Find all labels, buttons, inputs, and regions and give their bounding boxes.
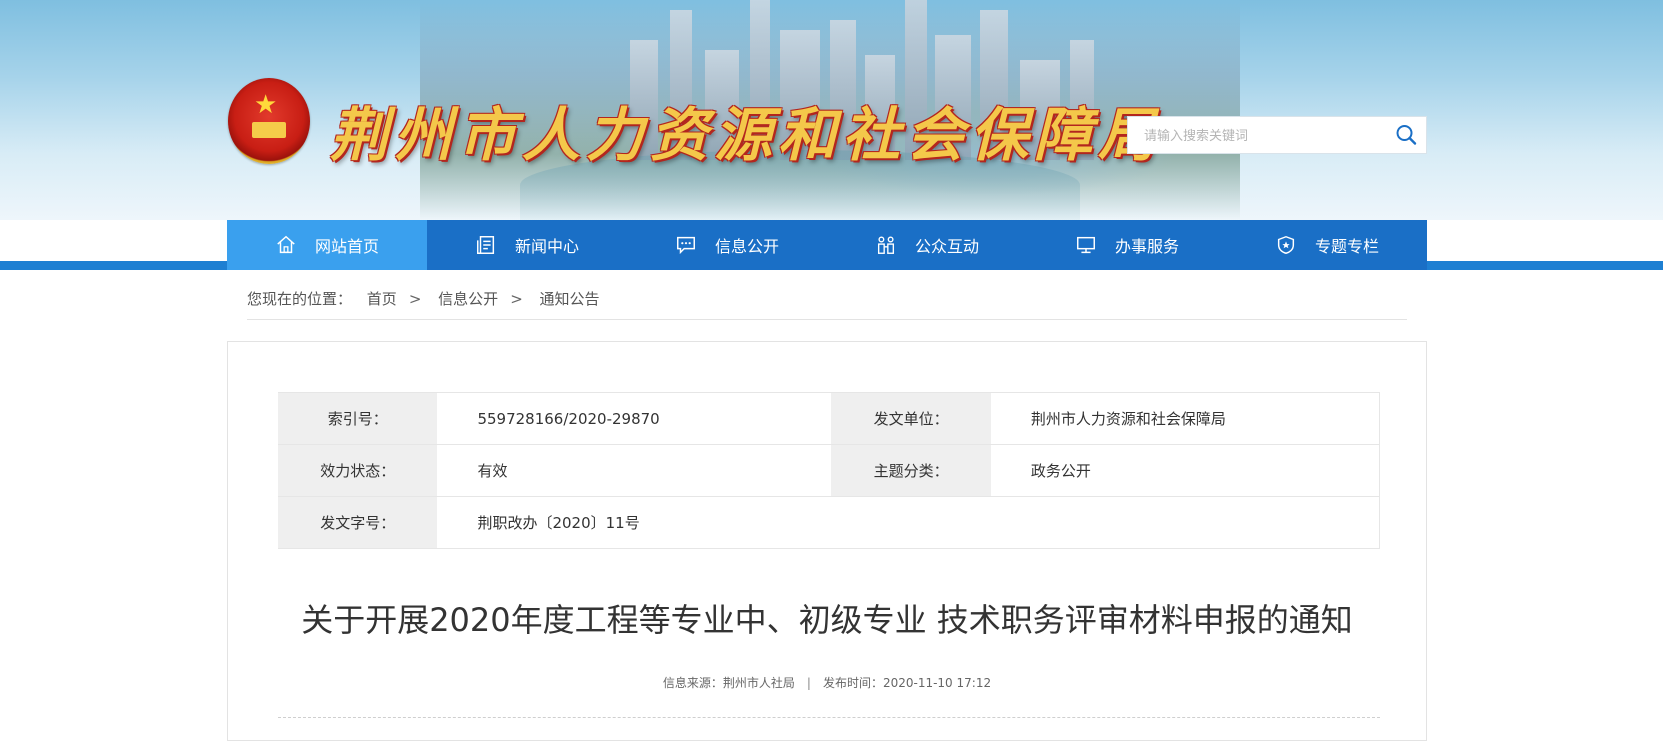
- nav-news[interactable]: 新闻中心: [427, 220, 627, 270]
- nav-info-label: 信息公开: [714, 237, 779, 256]
- index-value: 559728166/2020-29870: [437, 392, 832, 445]
- search-icon: [1396, 125, 1417, 145]
- nav-info-disclosure[interactable]: 信息公开: [627, 220, 827, 270]
- breadcrumb-divider: [247, 319, 1407, 320]
- breadcrumb-notices[interactable]: 通知公告: [540, 290, 600, 308]
- search-box: [1127, 116, 1427, 155]
- issuer-label: 发文单位：: [831, 392, 991, 445]
- category-value: 政务公开: [990, 444, 1380, 497]
- breadcrumb-home[interactable]: 首页: [367, 290, 397, 308]
- people-icon: [877, 236, 895, 254]
- site-title: 荆州市人力资源和社会保障局: [330, 101, 1163, 169]
- nav-interaction-label: 公众互动: [914, 237, 979, 256]
- status-value: 有效: [437, 444, 832, 497]
- issuer-value: 荆州市人力资源和社会保障局: [990, 392, 1380, 445]
- home-icon: [277, 235, 295, 254]
- docno-value: 荆职改办〔2020〕11号: [437, 496, 1381, 549]
- search-button[interactable]: [1394, 123, 1418, 147]
- breadcrumb-prefix: 您现在的位置：: [247, 290, 353, 308]
- main-nav: 网站首页 新闻中心 信息公开 公众互动 办事服务 专题专栏: [227, 220, 1427, 270]
- search-input[interactable]: [1142, 117, 1386, 155]
- article-published: 发布时间：2020-11-10 17:12: [822, 676, 992, 690]
- table-row: 发文字号： 荆职改办〔2020〕11号: [278, 496, 1381, 549]
- index-label: 索引号：: [278, 392, 438, 445]
- nav-special-topics[interactable]: 专题专栏: [1227, 220, 1427, 270]
- info-divider: |: [806, 676, 811, 690]
- status-label: 效力状态：: [278, 444, 438, 497]
- national-emblem-logo: ★: [228, 78, 310, 164]
- docno-label: 发文字号：: [278, 496, 438, 549]
- breadcrumb: 您现在的位置： 首页 > 信息公开 > 通知公告: [247, 288, 610, 309]
- article-title: 关于开展2020年度工程等专业中、初级专业 技术职务评审材料申报的通知: [301, 601, 1353, 639]
- category-label: 主题分类：: [831, 444, 991, 497]
- monitor-icon: [1077, 236, 1095, 254]
- nav-home-label: 网站首页: [314, 237, 379, 256]
- header-banner: ★ 荆州市人力资源和社会保障局: [0, 0, 1663, 220]
- nav-services-label: 办事服务: [1114, 237, 1179, 256]
- nav-home[interactable]: 网站首页: [227, 220, 427, 270]
- chat-icon: [677, 236, 695, 255]
- breadcrumb-separator: >: [408, 290, 422, 308]
- breadcrumb-info[interactable]: 信息公开: [438, 290, 498, 308]
- article-source: 信息来源：荆州市人社局: [662, 676, 795, 690]
- nav-public-interaction[interactable]: 公众互动: [827, 220, 1027, 270]
- nav-news-label: 新闻中心: [514, 237, 579, 256]
- table-row: 索引号： 559728166/2020-29870 发文单位： 荆州市人力资源和…: [278, 392, 1380, 445]
- news-icon: [477, 236, 495, 254]
- shield-star-icon: [1277, 235, 1295, 255]
- breadcrumb-separator: >: [510, 290, 523, 308]
- dashed-divider: [278, 717, 1380, 718]
- article-info: 信息来源：荆州市人社局 | 发布时间：2020-11-10 17:12: [227, 674, 1427, 691]
- table-row: 效力状态： 有效 主题分类： 政务公开: [278, 444, 1380, 497]
- nav-topics-label: 专题专栏: [1314, 237, 1379, 256]
- document-meta-table: 索引号： 559728166/2020-29870 发文单位： 荆州市人力资源和…: [278, 392, 1381, 549]
- nav-services[interactable]: 办事服务: [1027, 220, 1227, 270]
